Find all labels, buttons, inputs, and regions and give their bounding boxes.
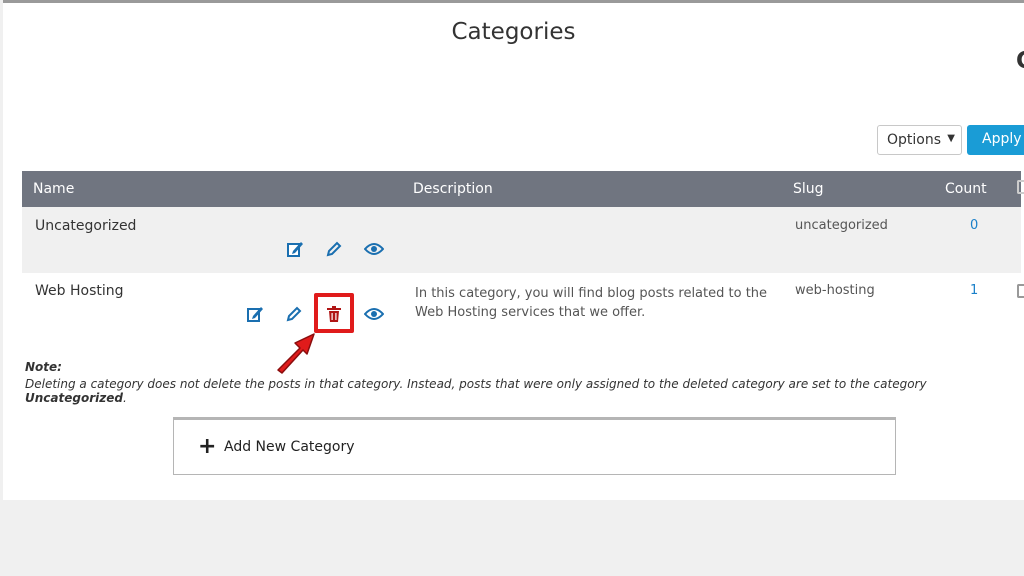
category-slug: uncategorized bbox=[795, 218, 888, 233]
add-new-category-button[interactable]: + Add New Category bbox=[173, 417, 896, 475]
note-title: Note: bbox=[25, 360, 62, 374]
category-name: Web Hosting bbox=[35, 283, 124, 299]
note-text: Deleting a category does not delete the … bbox=[25, 377, 927, 391]
note-text-line: Deleting a category does not delete the … bbox=[25, 377, 1024, 405]
table-row: Web Hosting In this category, you will f… bbox=[22, 273, 1024, 353]
add-new-category-label: Add New Category bbox=[224, 439, 355, 455]
category-slug: web-hosting bbox=[795, 283, 875, 298]
table-header: Name Description Slug Count bbox=[22, 171, 1024, 207]
eye-icon[interactable] bbox=[364, 239, 384, 259]
eye-icon[interactable] bbox=[364, 304, 384, 324]
category-name: Uncategorized bbox=[35, 218, 137, 234]
category-count-link[interactable]: 0 bbox=[970, 218, 978, 233]
column-header-count[interactable]: Count bbox=[945, 181, 987, 197]
note-end: . bbox=[122, 391, 127, 405]
column-header-name[interactable]: Name bbox=[33, 181, 74, 197]
bulk-options-select[interactable]: Options ▼ bbox=[877, 125, 962, 155]
note-block: Note: Deleting a category does not delet… bbox=[25, 360, 1024, 405]
category-count-link[interactable]: 1 bbox=[970, 283, 978, 298]
pencil-icon[interactable] bbox=[324, 239, 344, 259]
bulk-options-label: Options bbox=[887, 132, 942, 148]
caret-down-icon: ▼ bbox=[947, 133, 955, 144]
page-title: Categories bbox=[451, 19, 576, 45]
column-header-description[interactable]: Description bbox=[413, 181, 493, 197]
note-bold: Uncategorized bbox=[25, 391, 123, 405]
table-row: Uncategorized uncategorized 0 bbox=[22, 207, 1021, 273]
pencil-icon[interactable] bbox=[284, 304, 304, 324]
category-description: In this category, you will find blog pos… bbox=[415, 286, 768, 320]
edit-icon[interactable] bbox=[245, 304, 265, 324]
clipped-heading: C bbox=[1016, 48, 1024, 74]
select-all-checkbox[interactable] bbox=[1017, 180, 1024, 194]
row-checkbox[interactable] bbox=[1017, 284, 1024, 298]
apply-button[interactable]: Apply bbox=[967, 125, 1024, 155]
plus-icon: + bbox=[198, 434, 217, 459]
column-header-slug[interactable]: Slug bbox=[793, 181, 824, 197]
edit-icon[interactable] bbox=[285, 239, 305, 259]
trash-icon[interactable] bbox=[324, 304, 344, 324]
